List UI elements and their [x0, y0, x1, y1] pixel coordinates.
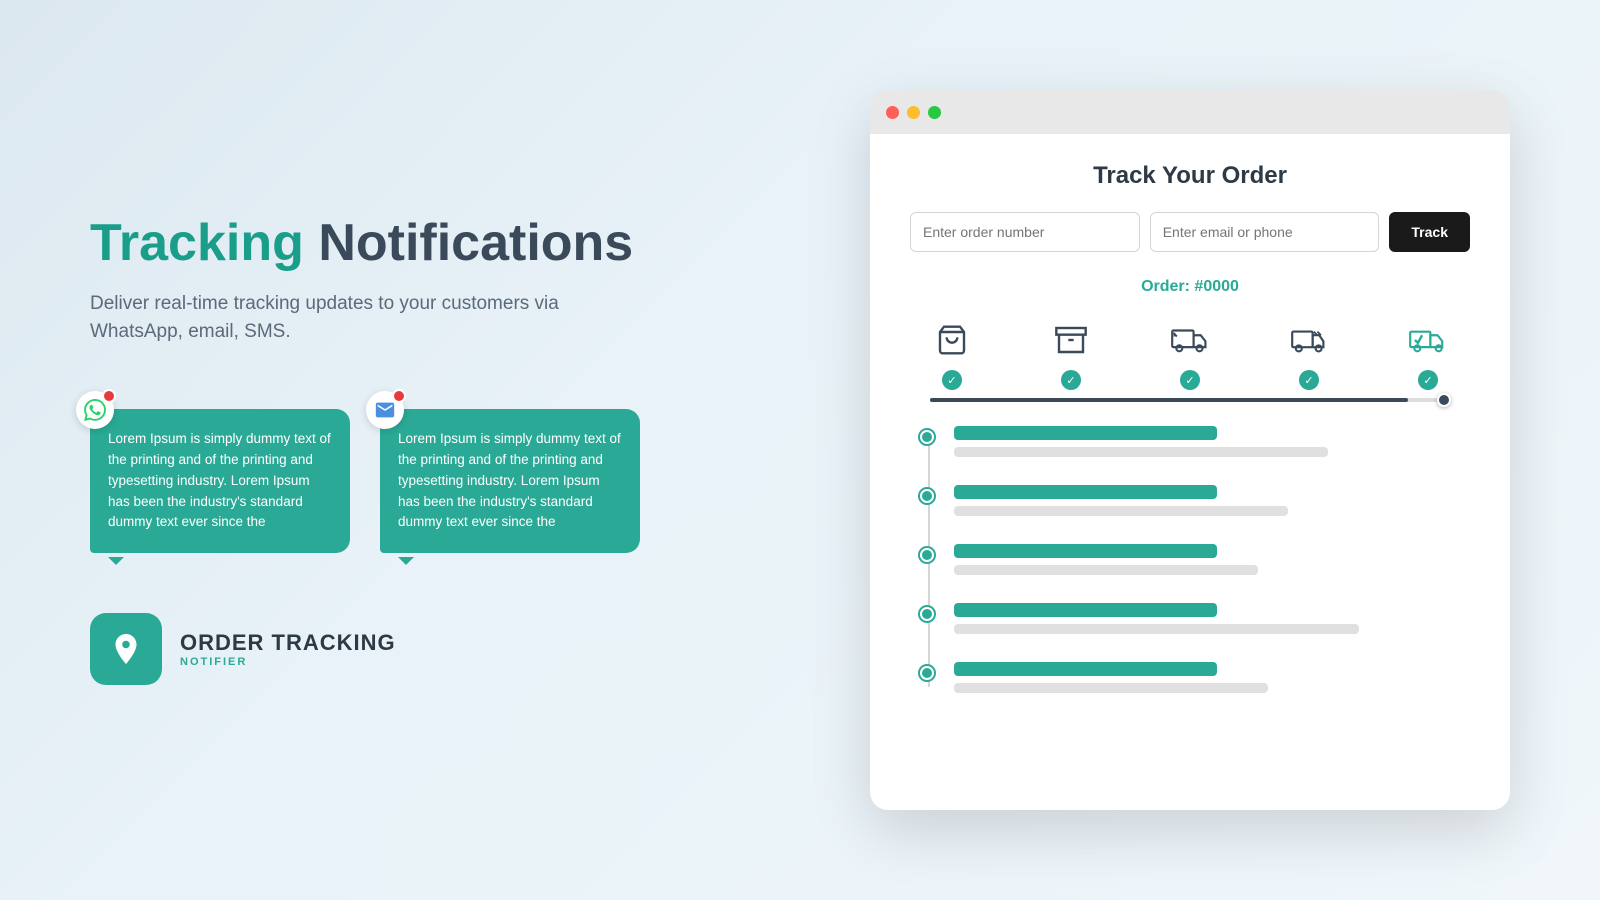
timeline-item-2	[920, 485, 1460, 520]
tl-main-bar-5	[954, 662, 1217, 676]
brand-text-group: ORDER TRACKING NOTIFIER	[180, 630, 396, 668]
step-delivered: ✓	[1406, 318, 1450, 390]
browser-bar	[870, 90, 1510, 134]
dot-red[interactable]	[886, 106, 899, 119]
whatsapp-bubble: Lorem Ipsum is simply dummy text of the …	[90, 409, 350, 554]
brand-sub: NOTIFIER	[180, 656, 396, 668]
browser-window: Track Your Order Track Order: #0000	[870, 90, 1510, 810]
email-bubble: Lorem Ipsum is simply dummy text of the …	[380, 409, 640, 554]
contact-input[interactable]	[1150, 212, 1380, 252]
page-title: Track Your Order	[910, 162, 1470, 190]
browser-content: Track Your Order Track Order: #0000	[870, 134, 1510, 810]
email-bubble-icon	[366, 391, 404, 429]
tl-main-bar-1	[954, 426, 1217, 440]
timeline-dot-3	[920, 548, 934, 562]
whatsapp-badge	[102, 389, 116, 403]
email-bubble-text: Lorem Ipsum is simply dummy text of the …	[398, 431, 621, 530]
timeline-item-3	[920, 544, 1460, 579]
timeline-dot-1	[920, 430, 934, 444]
tl-main-bar-3	[954, 544, 1217, 558]
tl-main-bar-2	[954, 485, 1217, 499]
brand-name: ORDER TRACKING	[180, 630, 396, 656]
chat-bubbles: Lorem Ipsum is simply dummy text of the …	[90, 387, 650, 554]
timeline	[910, 426, 1470, 697]
timeline-item-4	[920, 603, 1460, 638]
timeline-content-5	[954, 662, 1460, 697]
timeline-content-4	[954, 603, 1460, 638]
dispatch-icon	[1168, 318, 1212, 362]
whatsapp-bubble-text: Lorem Ipsum is simply dummy text of the …	[108, 431, 331, 530]
step-check-cart: ✓	[942, 370, 962, 390]
transit-icon	[1287, 318, 1331, 362]
tracking-steps: ✓ ✓	[910, 318, 1470, 390]
order-number: Order: #0000	[910, 278, 1470, 296]
order-input[interactable]	[910, 212, 1140, 252]
brand-bar: ORDER TRACKING NOTIFIER	[90, 613, 650, 685]
subtitle: Deliver real-time tracking updates to yo…	[90, 290, 650, 347]
cart-icon	[930, 318, 974, 362]
tl-sub-bar-5	[954, 683, 1268, 693]
timeline-dot-4	[920, 607, 934, 621]
dot-yellow[interactable]	[907, 106, 920, 119]
box-icon	[1049, 318, 1093, 362]
email-badge	[392, 389, 406, 403]
step-box: ✓	[1049, 318, 1093, 390]
step-check-dispatch: ✓	[1180, 370, 1200, 390]
timeline-item-5	[920, 662, 1460, 697]
headline-highlight: Tracking	[90, 214, 304, 272]
whatsapp-bubble-icon	[76, 391, 114, 429]
step-check-transit: ✓	[1299, 370, 1319, 390]
tl-sub-bar-2	[954, 506, 1288, 516]
step-cart: ✓	[930, 318, 974, 390]
tl-main-bar-4	[954, 603, 1217, 617]
timeline-content-1	[954, 426, 1460, 461]
headline: Tracking Notifications	[90, 215, 650, 272]
progress-knob	[1437, 393, 1451, 407]
tl-sub-bar-3	[954, 565, 1258, 575]
tl-sub-bar-4	[954, 624, 1359, 634]
main-container: Tracking Notifications Deliver real-time…	[50, 40, 1550, 860]
step-check-delivered: ✓	[1418, 370, 1438, 390]
timeline-dot-5	[920, 666, 934, 680]
track-button[interactable]: Track	[1389, 212, 1470, 252]
delivered-icon	[1406, 318, 1450, 362]
timeline-content-3	[954, 544, 1460, 579]
timeline-content-2	[954, 485, 1460, 520]
progress-bar-track	[930, 398, 1450, 402]
timeline-dot-2	[920, 489, 934, 503]
timeline-item	[920, 426, 1460, 461]
headline-rest: Notifications	[304, 214, 633, 272]
brand-logo	[90, 613, 162, 685]
step-dispatch: ✓	[1168, 318, 1212, 390]
dot-green[interactable]	[928, 106, 941, 119]
left-panel: Tracking Notifications Deliver real-time…	[90, 215, 710, 686]
search-row: Track	[910, 212, 1470, 252]
step-transit: ✓	[1287, 318, 1331, 390]
progress-bar-fill	[930, 398, 1408, 402]
tl-sub-bar-1	[954, 447, 1328, 457]
step-check-box: ✓	[1061, 370, 1081, 390]
